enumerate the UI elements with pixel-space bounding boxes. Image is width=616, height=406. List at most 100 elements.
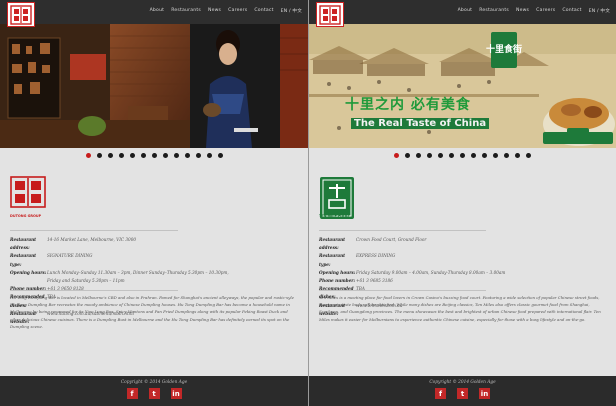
social-links: f t in — [309, 388, 616, 399]
nav-language-toggle[interactable]: EN / 中文 — [281, 8, 302, 14]
copyright-text: Copyright © 2014 Golden Age — [429, 380, 496, 385]
restaurant-details-left: DUTONG GROUP Restaurant address: 14-16 Ma… — [0, 166, 308, 376]
info-row: Friday and Saturday 5.30pm – 11pm — [10, 277, 298, 285]
info-row: Restaurant type: EXPRESS DINING — [319, 252, 606, 268]
slider-dot[interactable] — [85, 153, 91, 158]
divider — [10, 290, 178, 291]
info-row: Restaurant address: 14-16 Market Lane, Me… — [10, 236, 298, 252]
slider-dot[interactable] — [151, 153, 157, 158]
slider-dot[interactable] — [493, 153, 498, 158]
slider-dot[interactable] — [195, 153, 201, 158]
slider-dot[interactable] — [504, 153, 509, 158]
slider-dot[interactable] — [460, 153, 465, 158]
hero-slider-left[interactable] — [0, 24, 308, 148]
slider-dot[interactable] — [416, 153, 421, 158]
slider-dot[interactable] — [140, 153, 146, 158]
info-value: SIGNATURE DINING — [47, 253, 93, 259]
info-value: +61 3 9685 3186 — [356, 278, 393, 284]
footer: Copyright © 2014 Golden Age f t in — [309, 376, 616, 406]
info-row: Opening hours: Friday Saturday 9.00am – 4… — [319, 269, 606, 277]
info-row: Opening hours: Lunch Monday–Sunday 11.30a… — [10, 269, 298, 277]
nav-about-link[interactable]: About — [458, 8, 473, 14]
slider-dots-left — [0, 153, 308, 158]
nav-links: About Restaurants News Careers Contact E… — [150, 8, 302, 14]
slider-dot[interactable] — [394, 153, 399, 158]
slider-dot[interactable] — [184, 153, 190, 158]
slider-dot[interactable] — [118, 153, 124, 158]
footer: Copyright © 2014 Golden Age f t in — [0, 376, 308, 406]
slider-dot[interactable] — [482, 153, 487, 158]
slider-dot[interactable] — [107, 153, 113, 158]
info-value: Friday Saturday 9.00am – 4.00am, Sunday-… — [356, 269, 506, 275]
slider-dot[interactable] — [438, 153, 443, 158]
slider-dot[interactable] — [449, 153, 454, 158]
right-page: About Restaurants News Careers Contact E… — [308, 0, 616, 406]
info-label — [10, 277, 47, 285]
twitter-icon[interactable]: t — [148, 388, 160, 399]
nav-language-toggle[interactable]: EN / 中文 — [589, 8, 610, 14]
restaurant-description: Ten Miles is a meeting place for food lo… — [319, 295, 601, 322]
info-label: Opening hours: — [10, 269, 47, 275]
slider-dot[interactable] — [405, 153, 410, 158]
linkedin-icon[interactable]: in — [170, 388, 182, 399]
info-value: 14-16 Market Lane, Melbourne, VIC 3000 — [47, 237, 137, 242]
info-value: EXPRESS DINING — [356, 253, 396, 259]
info-value: Crown Food Court, Ground Floor — [356, 237, 427, 242]
slider-dots-right — [309, 153, 616, 158]
twitter-icon[interactable]: t — [457, 388, 468, 399]
chinese-street-painting-image: 十里食街 — [309, 24, 616, 148]
slider-dot[interactable] — [471, 153, 476, 158]
golden-age-logo-icon — [10, 4, 32, 25]
info-value: Lunch Monday–Sunday 11.30am – 3pm, Dinne… — [47, 269, 229, 275]
restaurant-description: Hu Tong Dumpling Bar is located in Melbo… — [10, 295, 294, 329]
restaurant-interior-image — [0, 24, 308, 148]
slider-dot[interactable] — [515, 153, 520, 158]
hero-english-tagline: The Real Taste of China — [351, 118, 490, 129]
golden-age-logo-icon — [319, 4, 341, 25]
nav-restaurants-link[interactable]: Restaurants — [479, 8, 509, 14]
info-label: Phone number: — [319, 278, 356, 284]
nav-about-link[interactable]: About — [150, 8, 165, 14]
slider-dot[interactable] — [96, 153, 102, 158]
info-label: Opening hours: — [319, 269, 356, 275]
nav-news-link[interactable]: News — [516, 8, 529, 14]
nav-careers-link[interactable]: Careers — [536, 8, 555, 14]
info-row: Restaurant address: Crown Food Court, Gro… — [319, 236, 606, 252]
divider — [10, 230, 178, 231]
info-row: Restaurant type: SIGNATURE DINING — [10, 252, 298, 268]
slider-dot[interactable] — [173, 153, 179, 158]
info-value: Friday and Saturday 5.30pm – 11pm — [47, 278, 125, 284]
info-row: Phone number: +61 3 9685 3186 — [319, 277, 606, 285]
info-label: Restaurant address: — [319, 237, 346, 251]
nav-news-link[interactable]: News — [208, 8, 221, 14]
info-label: Restaurant address: — [10, 237, 37, 251]
facebook-icon[interactable]: f — [126, 388, 138, 399]
top-nav: About Restaurants News Careers Contact E… — [309, 0, 616, 24]
nav-restaurants-link[interactable]: Restaurants — [171, 8, 201, 14]
slider-dot[interactable] — [206, 153, 212, 158]
left-page: About Restaurants News Careers Contact E… — [0, 0, 308, 406]
linkedin-icon[interactable]: in — [479, 388, 490, 399]
top-nav: About Restaurants News Careers Contact E… — [0, 0, 308, 24]
slider-dot[interactable] — [526, 153, 531, 158]
facebook-icon[interactable]: f — [435, 388, 446, 399]
ten-mile-logo-caption: TEN MILE FOOD — [319, 214, 349, 218]
site-logo[interactable] — [7, 2, 35, 27]
slider-dot[interactable] — [427, 153, 432, 158]
slider-dot[interactable] — [129, 153, 135, 158]
hutong-logo-caption: DUTONG GROUP — [10, 214, 42, 218]
slider-dot[interactable] — [162, 153, 168, 158]
hero-badge-text: 十里食街 — [486, 43, 522, 55]
info-label: Restaurant type: — [10, 253, 37, 267]
hero-chinese-tagline: 十里之内 必有美食 — [345, 97, 471, 113]
nav-careers-link[interactable]: Careers — [228, 8, 247, 14]
site-logo[interactable] — [316, 2, 344, 27]
nav-links: About Restaurants News Careers Contact E… — [458, 8, 610, 14]
nav-contact-link[interactable]: Contact — [562, 8, 581, 14]
hero-slider-right[interactable]: 十里食街 十里之内 必有美食 The Real Taste of China — [309, 24, 616, 148]
slider-dot[interactable] — [217, 153, 223, 158]
copyright-text: Copyright © 2014 Golden Age — [120, 380, 188, 385]
restaurant-details-right: TEN MILE FOOD Restaurant address: Crown F… — [309, 166, 616, 376]
divider — [319, 230, 486, 231]
nav-contact-link[interactable]: Contact — [254, 8, 273, 14]
